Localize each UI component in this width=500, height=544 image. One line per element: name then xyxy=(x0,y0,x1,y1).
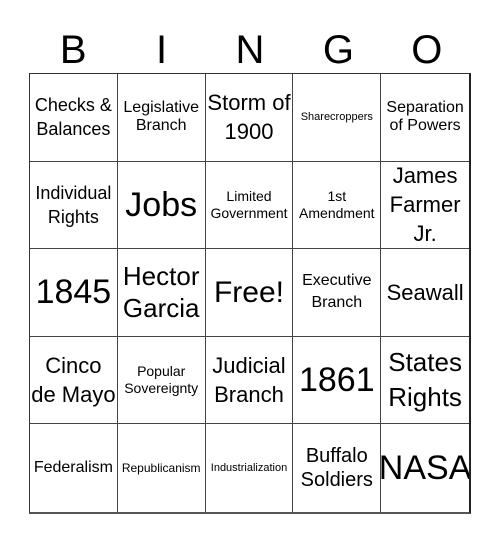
bingo-cell[interactable]: Separation of Powers xyxy=(381,74,469,162)
cell-text: Industrialization xyxy=(210,461,288,474)
bingo-cell[interactable]: Executive Branch xyxy=(293,249,382,337)
header-letter-n: N xyxy=(235,28,265,72)
bingo-cell[interactable]: James Farmer Jr. xyxy=(381,162,469,250)
cell-text: Popular Sovereignty xyxy=(124,363,199,397)
bingo-cell[interactable]: Popular Sovereignty xyxy=(117,336,206,425)
cell-text: Federalism xyxy=(33,459,113,477)
bingo-cell[interactable]: Federalism xyxy=(30,424,118,512)
bingo-cell[interactable]: Jobs xyxy=(117,161,206,250)
cell-text: Limited Government xyxy=(210,187,288,221)
bingo-cell[interactable]: Legislative Branch xyxy=(117,74,206,162)
header-letter-g: G xyxy=(322,28,354,72)
cell-text: Sharecroppers xyxy=(300,110,373,123)
bingo-cell[interactable]: Industrialization xyxy=(206,424,294,512)
cell-text: Jobs xyxy=(125,185,198,224)
bingo-cell[interactable]: States Rights xyxy=(381,337,469,425)
cell-text: James Farmer Jr. xyxy=(389,163,461,247)
bingo-cell[interactable]: Individual Rights xyxy=(30,161,118,250)
free-space-cell[interactable]: Free! xyxy=(205,249,294,337)
cell-text: Seawall xyxy=(386,279,464,305)
cell-text: 1861 xyxy=(298,361,375,400)
cell-text: Legislative Branch xyxy=(123,99,199,135)
header-letter-b: B xyxy=(59,28,87,72)
cell-text: Republicanism xyxy=(121,460,201,475)
bingo-cell[interactable]: Buffalo Soldiers xyxy=(293,424,382,512)
bingo-cell[interactable]: Republicanism xyxy=(118,424,206,512)
cell-text: Checks & Balances xyxy=(34,95,112,140)
bingo-cell[interactable]: Storm of 1900 xyxy=(205,74,294,162)
cell-text: Hector Garcia xyxy=(122,261,200,324)
cell-text: Individual Rights xyxy=(35,182,112,227)
cell-text: Separation of Powers xyxy=(386,99,464,135)
bingo-header: B I N G O xyxy=(29,28,471,73)
cell-text: Storm of 1900 xyxy=(207,90,291,145)
cell-text: 1845 xyxy=(35,273,112,312)
bingo-cell[interactable]: 1st Amendment xyxy=(293,161,382,250)
bingo-cell[interactable]: Seawall xyxy=(381,249,469,337)
bingo-cell[interactable]: Judicial Branch xyxy=(205,336,294,425)
bingo-card-grid: Checks & Balances Legislative Branch Sto… xyxy=(29,73,471,514)
header-letter-i: I xyxy=(156,28,168,72)
cell-text: Cinco de Mayo xyxy=(31,353,116,408)
free-space-text: Free! xyxy=(213,275,284,309)
header-letter-o: O xyxy=(411,28,443,72)
bingo-cell[interactable]: Limited Government xyxy=(205,161,294,250)
cell-text: States Rights xyxy=(388,347,462,413)
bingo-cell[interactable]: Sharecroppers xyxy=(293,74,382,162)
bingo-cell[interactable]: NASA xyxy=(381,424,469,512)
bingo-cell[interactable]: Hector Garcia xyxy=(117,249,206,337)
bingo-cell[interactable]: Cinco de Mayo xyxy=(30,336,118,425)
cell-text: Judicial Branch xyxy=(212,353,286,408)
bingo-cell[interactable]: 1845 xyxy=(30,249,118,337)
cell-text: Buffalo Soldiers xyxy=(300,445,373,492)
cell-text: 1st Amendment xyxy=(299,187,375,221)
cell-text: Executive Branch xyxy=(302,272,372,312)
cell-text: NASA xyxy=(381,449,469,488)
bingo-cell[interactable]: 1861 xyxy=(293,336,382,425)
bingo-cell[interactable]: Checks & Balances xyxy=(30,74,118,162)
